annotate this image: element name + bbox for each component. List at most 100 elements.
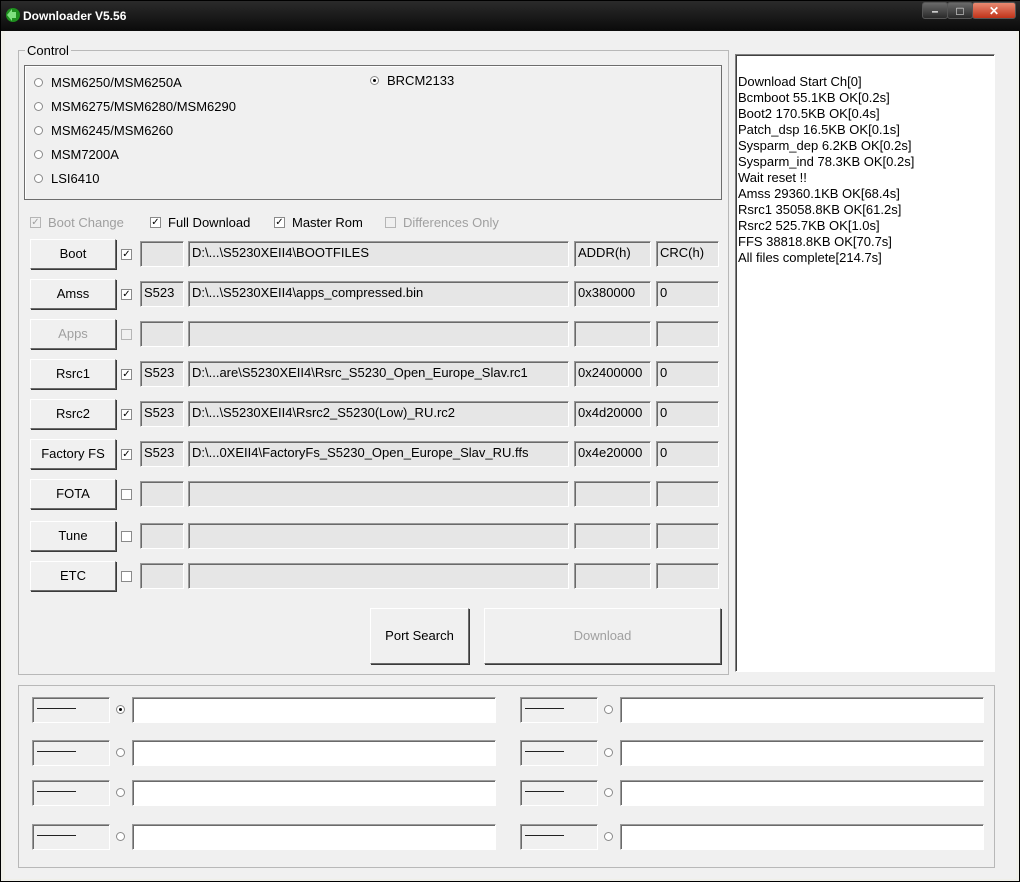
port-field-7[interactable] — [620, 824, 984, 850]
option-full-download[interactable]: ✓ Full Download — [150, 215, 250, 230]
port-radio-0[interactable] — [116, 705, 125, 714]
file-addr-4: 0x4d20000 — [574, 401, 651, 427]
option-label: Full Download — [168, 215, 251, 230]
option-label: Boot Change — [48, 215, 124, 230]
file-checkbox-3[interactable]: ✓ — [121, 369, 132, 380]
option-label: Differences Only — [403, 215, 499, 230]
window-title: Downloader V5.56 — [23, 9, 127, 23]
file-checkbox-2[interactable] — [121, 329, 132, 340]
file-crc-8 — [656, 563, 719, 589]
option-differences-only[interactable]: Differences Only — [385, 215, 499, 230]
log-line: Bcmboot 55.1KB OK[0.2s] — [738, 90, 890, 105]
port-label-1: ——— — [32, 740, 110, 766]
file-checkbox-5[interactable]: ✓ — [121, 449, 132, 460]
port-label-0: ——— — [32, 697, 110, 723]
file-button-3[interactable]: Rsrc1 — [30, 359, 116, 389]
file-path-2[interactable] — [188, 321, 569, 347]
log-line: Patch_dsp 16.5KB OK[0.1s] — [738, 122, 900, 137]
radio-circle[interactable] — [34, 102, 43, 111]
file-button-0[interactable]: Boot — [30, 239, 116, 269]
file-button-5[interactable]: Factory FS — [30, 439, 116, 469]
option-checkbox[interactable]: ✓ — [30, 217, 41, 228]
file-button-8[interactable]: ETC — [30, 561, 116, 591]
file-crc-7 — [656, 523, 719, 549]
file-checkbox-1[interactable]: ✓ — [121, 289, 132, 300]
file-addr-1: 0x380000 — [574, 281, 651, 307]
port-field-2[interactable] — [132, 780, 496, 806]
file-path-0[interactable]: D:\...\S5230XEII4\BOOTFILES — [188, 241, 569, 267]
chipset-label: MSM7200A — [51, 147, 119, 162]
port-radio-7[interactable] — [604, 832, 613, 841]
option-checkbox[interactable] — [385, 217, 396, 228]
option-boot-change[interactable]: ✓ Boot Change — [30, 215, 124, 230]
file-crc-2 — [656, 321, 719, 347]
port-field-0[interactable] — [132, 697, 496, 723]
file-button-1[interactable]: Amss — [30, 279, 116, 309]
radio-circle[interactable] — [34, 150, 43, 159]
log-line: Sysparm_ind 78.3KB OK[0.2s] — [738, 154, 915, 169]
log-line: FFS 38818.8KB OK[70.7s] — [738, 234, 892, 249]
file-path-3[interactable]: D:\...are\S5230XEII4\Rsrc_S5230_Open_Eur… — [188, 361, 569, 387]
file-tag-5: S523 — [140, 441, 184, 467]
file-button-2[interactable]: Apps — [30, 319, 116, 349]
radio-circle[interactable] — [370, 76, 379, 85]
minimize-button[interactable]: – — [922, 2, 948, 19]
file-path-1[interactable]: D:\...\S5230XEII4\apps_compressed.bin — [188, 281, 569, 307]
port-label-6: ——— — [520, 780, 598, 806]
minimize-icon: – — [931, 4, 939, 18]
option-checkbox[interactable]: ✓ — [150, 217, 161, 228]
port-field-6[interactable] — [620, 780, 984, 806]
file-path-5[interactable]: D:\...0XEII4\FactoryFs_S5230_Open_Europe… — [188, 441, 569, 467]
chipset-label: MSM6275/MSM6280/MSM6290 — [51, 99, 236, 114]
port-field-1[interactable] — [132, 740, 496, 766]
chipset-radio-3[interactable]: MSM7200A — [34, 147, 119, 162]
chipset-radio-1[interactable]: MSM6275/MSM6280/MSM6290 — [34, 99, 236, 114]
file-addr-6 — [574, 481, 651, 507]
chipset-radio-4[interactable]: LSI6410 — [34, 171, 99, 186]
maximize-button[interactable]: □ — [947, 2, 973, 19]
chipset-label: MSM6250/MSM6250A — [51, 75, 182, 90]
port-radio-4[interactable] — [604, 705, 613, 714]
file-checkbox-0[interactable]: ✓ — [121, 249, 132, 260]
file-path-8[interactable] — [188, 563, 569, 589]
file-checkbox-7[interactable] — [121, 531, 132, 542]
port-label-5: ——— — [520, 740, 598, 766]
radio-circle[interactable] — [34, 174, 43, 183]
file-button-6[interactable]: FOTA — [30, 479, 116, 509]
port-label-7: ——— — [520, 824, 598, 850]
option-checkbox[interactable]: ✓ — [274, 217, 285, 228]
port-radio-2[interactable] — [116, 788, 125, 797]
port-field-5[interactable] — [620, 740, 984, 766]
file-button-7[interactable]: Tune — [30, 521, 116, 551]
port-radio-1[interactable] — [116, 748, 125, 757]
download-button[interactable]: Download — [484, 608, 721, 664]
file-checkbox-6[interactable] — [121, 489, 132, 500]
file-tag-4: S523 — [140, 401, 184, 427]
port-field-3[interactable] — [132, 824, 496, 850]
file-tag-2 — [140, 321, 184, 347]
port-radio-3[interactable] — [116, 832, 125, 841]
port-search-button[interactable]: Port Search — [370, 608, 469, 664]
chipset-radio-2[interactable]: MSM6245/MSM6260 — [34, 123, 173, 138]
radio-circle[interactable] — [34, 126, 43, 135]
option-master-rom[interactable]: ✓ Master Rom — [274, 215, 363, 230]
file-checkbox-4[interactable]: ✓ — [121, 409, 132, 420]
log-line: Boot2 170.5KB OK[0.4s] — [738, 106, 880, 121]
port-radio-6[interactable] — [604, 788, 613, 797]
file-path-6[interactable] — [188, 481, 569, 507]
chipset-label: MSM6245/MSM6260 — [51, 123, 174, 138]
chipset-radio-0[interactable]: MSM6250/MSM6250A — [34, 75, 182, 90]
file-tag-1: S523 — [140, 281, 184, 307]
close-button[interactable]: ✕ — [972, 2, 1016, 19]
port-radio-5[interactable] — [604, 748, 613, 757]
file-path-4[interactable]: D:\...\S5230XEII4\Rsrc2_S5230(Low)_RU.rc… — [188, 401, 569, 427]
file-path-7[interactable] — [188, 523, 569, 549]
chipset-radio-5[interactable]: BRCM2133 — [370, 73, 454, 88]
radio-circle[interactable] — [34, 78, 43, 87]
file-checkbox-8[interactable] — [121, 571, 132, 582]
file-button-4[interactable]: Rsrc2 — [30, 399, 116, 429]
log-line: Rsrc2 525.7KB OK[1.0s] — [738, 218, 880, 233]
port-field-4[interactable] — [620, 697, 984, 723]
download-log: Download Start Ch[0] Bcmboot 55.1KB OK[0.… — [735, 54, 995, 672]
log-line: Amss 29360.1KB OK[68.4s] — [738, 186, 900, 201]
